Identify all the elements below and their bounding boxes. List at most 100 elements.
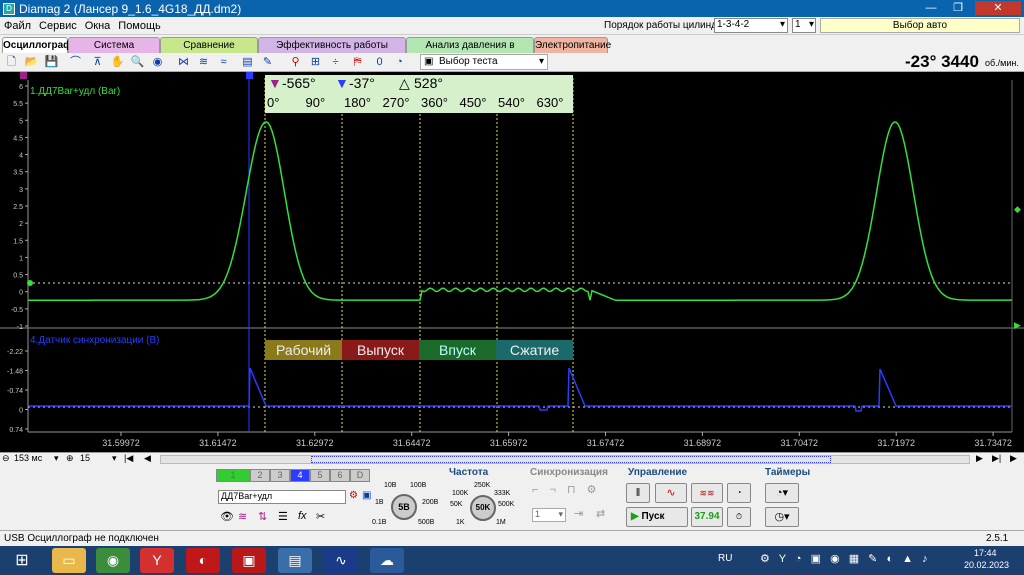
menu-help[interactable]: Помощь xyxy=(118,20,161,32)
plot-svg[interactable]: 6 5.5 5 4.5 4 3.5 3 2.5 2 1.5 1 0.5 0 -0.5 -1 -2.22 -1.4… xyxy=(0,72,1024,452)
ch4-tick-label: 0 xyxy=(19,408,23,415)
cylinder-number-select[interactable]: 1 ▾ xyxy=(792,18,816,33)
marker-filter-icon[interactable]: ⚲ xyxy=(288,55,303,70)
sync-settings-icon[interactable]: ⚙ xyxy=(587,484,597,496)
wave-overlay-icon[interactable]: ≈ xyxy=(216,55,231,70)
maximize-button[interactable]: ❐ xyxy=(945,1,971,15)
time-scrollbar[interactable] xyxy=(160,455,970,464)
tab-power[interactable]: Электропитание xyxy=(534,37,611,53)
channel-tab[interactable]: 6 xyxy=(330,469,350,482)
marker1-handle[interactable] xyxy=(20,72,27,79)
nav-next-button[interactable]: ▶ xyxy=(976,453,983,464)
car-app-icon[interactable]: ▣ xyxy=(232,548,266,573)
channel-tab[interactable]: D xyxy=(350,469,370,482)
eye-icon[interactable]: 👁 xyxy=(220,510,234,523)
screenshot-app-icon[interactable]: ▤ xyxy=(278,548,312,573)
channel-tab[interactable]: 1 xyxy=(216,469,250,482)
channel-tab[interactable]: 5 xyxy=(310,469,330,482)
lines-icon[interactable]: ☰ xyxy=(278,510,288,523)
cylinder-order-select[interactable]: 1-3-4-2 ▾ xyxy=(714,18,788,33)
chrome-icon[interactable]: ◉ xyxy=(96,548,130,573)
cloud-app-icon[interactable]: ☁ xyxy=(370,548,404,573)
timer2-button[interactable]: ◷▾ xyxy=(765,507,799,527)
sync-channel-select[interactable]: 1 ▾ xyxy=(532,508,566,522)
auto-scale-button[interactable]: ◔ xyxy=(727,483,751,503)
pen-icon[interactable]: ✎ xyxy=(260,55,275,70)
sync-trigger-icon[interactable]: ⇥ xyxy=(574,507,583,520)
tab-cylinder-efficiency[interactable]: Эффективность работы цилиндров xyxy=(258,37,406,66)
language-indicator[interactable]: RU xyxy=(718,553,732,564)
open-folder-icon[interactable]: 📂 xyxy=(24,55,39,70)
tools-icon[interactable]: ✂ xyxy=(316,510,325,523)
sync-fall-icon[interactable]: ¬ xyxy=(550,484,556,496)
yandex-icon[interactable]: Y xyxy=(140,548,174,573)
scrollbar-thumb[interactable] xyxy=(311,456,831,463)
tab-pressure-analysis[interactable]: Анализ давления в цилиндре xyxy=(406,37,534,66)
invert-icon[interactable]: ⇅ xyxy=(258,510,267,523)
nav-end-button[interactable]: ▶ xyxy=(1010,453,1017,464)
new-file-icon[interactable]: 🗋 xyxy=(4,55,19,70)
clock-date[interactable]: 20.02.2023 xyxy=(964,560,1009,570)
channel-name-field[interactable]: ДД7Bar+удл xyxy=(218,490,346,504)
wave-filter-icon[interactable]: ≋ xyxy=(238,510,247,523)
start-button[interactable]: ▶ Пуск xyxy=(626,507,688,527)
measure-icon[interactable]: ◉ xyxy=(150,55,165,70)
close-button[interactable]: ✕ xyxy=(975,1,1021,15)
gauge-icon[interactable]: ◔ xyxy=(392,55,407,70)
sine-mode-button[interactable]: ∿ xyxy=(655,483,687,503)
split-icon[interactable]: ⋈ xyxy=(176,55,191,70)
pause-button[interactable]: ‖ xyxy=(626,483,650,503)
zoom-out-icon[interactable]: ⊖ xyxy=(2,453,10,464)
tab-ignition[interactable]: Система зажигания xyxy=(68,37,160,66)
diamag-taskbar-icon[interactable]: ∿ xyxy=(324,548,358,573)
volts-knob[interactable]: 5В xyxy=(391,494,417,520)
hand-icon[interactable]: ✋ xyxy=(110,55,125,70)
auto-select-button[interactable]: Выбор авто xyxy=(820,18,1020,33)
sync-link-icon[interactable]: ⇄ xyxy=(596,507,605,520)
channel-color-icon[interactable]: ▣ xyxy=(362,490,371,501)
save-icon[interactable]: 💾 xyxy=(44,55,59,70)
nav-prev-button[interactable]: ◀ xyxy=(144,453,151,464)
divide-icon[interactable]: ÷ xyxy=(328,55,343,70)
cursor-b-icon[interactable]: ⊼ xyxy=(90,55,105,70)
multi-wave-button[interactable]: ≋≋ xyxy=(691,483,723,503)
zero-icon[interactable]: 0 xyxy=(372,55,387,70)
test-select-dropdown[interactable]: ▣ Выбор теста ▾ xyxy=(420,54,548,70)
nav-last-button[interactable]: ▶| xyxy=(992,453,1001,464)
tray-icons[interactable]: ⚙ Y ◔ ▣ ◉ ▦ ✎ ◐ ▲ ♪ xyxy=(760,552,931,565)
cursor-a-icon[interactable]: ⌒ xyxy=(68,55,83,70)
record-icon[interactable]: ⛿ xyxy=(350,55,365,70)
clock-time[interactable]: 17:44 xyxy=(974,548,997,558)
minimize-button[interactable]: — xyxy=(918,1,944,15)
ch1-scroll-arrow[interactable]: ▶ xyxy=(1014,320,1021,331)
menu-service[interactable]: Сервис xyxy=(39,20,77,32)
sync-rise-icon[interactable]: ⌐ xyxy=(532,484,538,496)
channel-tab[interactable]: 4 xyxy=(290,469,310,482)
timebase-dropdown[interactable]: ▾ xyxy=(54,453,59,464)
diagnostics-app-icon[interactable]: ◐ xyxy=(186,548,220,573)
channel-tab[interactable]: 3 xyxy=(270,469,290,482)
tab-cylinder-compare[interactable]: Сравнение цилиндров xyxy=(160,37,258,66)
explorer-icon[interactable]: ▭ xyxy=(52,548,86,573)
channel-tab[interactable]: 2 xyxy=(250,469,270,482)
grid-icon[interactable]: ⊞ xyxy=(308,55,323,70)
ch1-level-arrow[interactable]: ◆ xyxy=(1014,204,1021,215)
tab-oscilloscope[interactable]: Осциллограф xyxy=(2,37,72,53)
formula-icon[interactable]: fx xyxy=(298,510,307,522)
layers-icon[interactable]: ▤ xyxy=(240,55,255,70)
zoom-in-icon[interactable]: ⊕ xyxy=(66,453,74,464)
oscilloscope-plot[interactable]: 6 5.5 5 4.5 4 3.5 3 2.5 2 1.5 1 0.5 0 -0.5 -1 -2.22 -1.4… xyxy=(0,72,1024,452)
start-icon[interactable]: ⊞ xyxy=(2,548,42,573)
nav-first-button[interactable]: |◀ xyxy=(124,453,133,464)
wave-icon[interactable]: ≋ xyxy=(196,55,211,70)
freq-knob[interactable]: 50K xyxy=(470,495,496,521)
zoom-icon[interactable]: 🔍 xyxy=(130,55,145,70)
sync-pulse-icon[interactable]: ⊓ xyxy=(567,484,576,496)
timer1-button[interactable]: ◔▾ xyxy=(765,483,799,503)
channel-config-icon[interactable]: ⚙ xyxy=(349,490,358,501)
menu-file[interactable]: Файл xyxy=(4,20,31,32)
menu-windows[interactable]: Окна xyxy=(85,20,111,32)
auto-timer-button[interactable]: ⏱ xyxy=(727,507,751,527)
marker2-handle[interactable] xyxy=(246,72,253,79)
count-dropdown[interactable]: ▾ xyxy=(112,453,117,464)
